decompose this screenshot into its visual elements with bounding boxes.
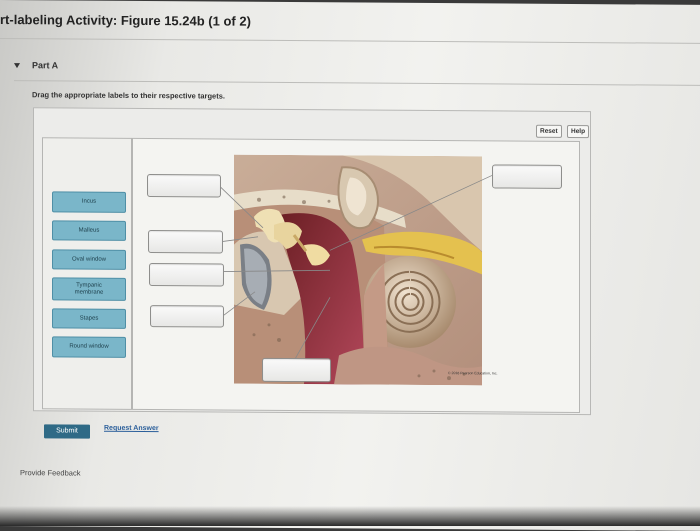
leader-line (221, 291, 256, 317)
leader-line (294, 297, 331, 360)
leader-lines (219, 175, 493, 360)
leader-line (219, 186, 264, 229)
leader-line (329, 175, 493, 251)
drop-target-1[interactable] (147, 174, 221, 198)
leader-line (221, 269, 331, 272)
drop-target-4[interactable] (150, 305, 224, 328)
screen-bezel (0, 506, 700, 526)
request-answer-link[interactable]: Request Answer (104, 425, 159, 432)
browser-screen: rt-labeling Activity: Figure 15.24b (1 o… (0, 0, 700, 531)
provide-feedback-link[interactable]: Provide Feedback (20, 468, 80, 477)
drop-target-3[interactable] (149, 263, 224, 287)
drop-target-6[interactable] (262, 357, 331, 383)
drop-target-2[interactable] (148, 230, 223, 254)
submit-button[interactable]: Submit (44, 424, 90, 439)
drop-target-5[interactable] (492, 164, 562, 189)
leader-line (221, 236, 259, 242)
